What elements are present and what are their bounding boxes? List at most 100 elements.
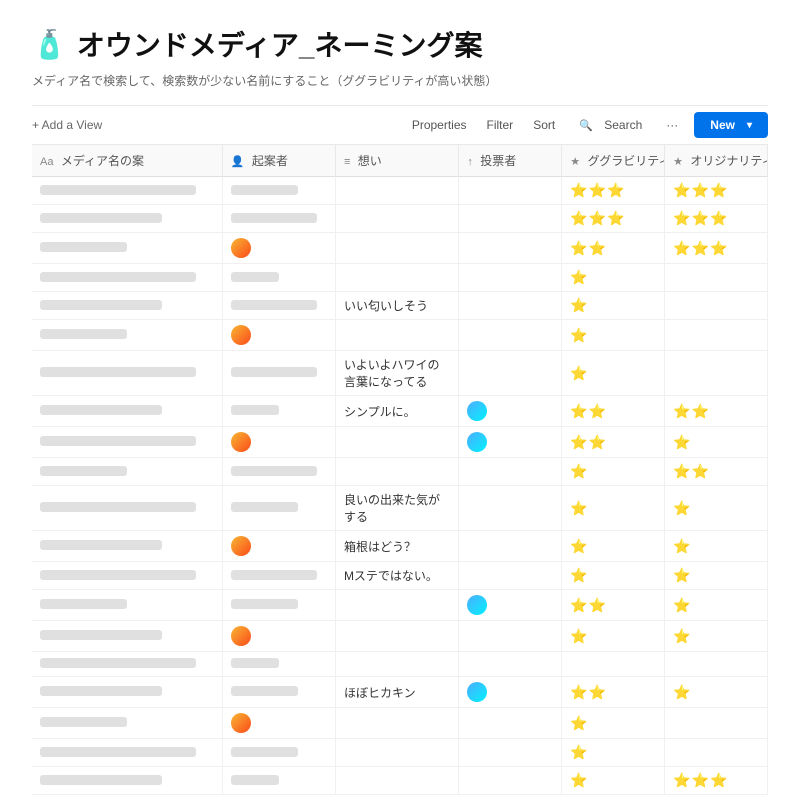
table-row[interactable]: ⭐⭐⭐⭐⭐⭐: [32, 177, 768, 205]
cell-orig: [665, 739, 768, 767]
cell-name: [32, 396, 222, 427]
cell-voter: [459, 205, 562, 233]
table-row[interactable]: 箱根はどう？⭐⭐: [32, 531, 768, 562]
page-container: 🧴 オウンドメディア_ネーミング案 メディア名で検索して、検索数が少ない名前にす…: [0, 0, 800, 811]
cell-orig: ⭐: [665, 562, 768, 590]
cell-gg: ⭐: [562, 621, 665, 652]
up-icon: ↑: [467, 156, 473, 168]
table-row[interactable]: [32, 652, 768, 677]
toolbar: + Add a View Properties Filter Sort 🔍 Se…: [32, 105, 768, 145]
cell-starter: [222, 264, 335, 292]
table-row[interactable]: ⭐: [32, 320, 768, 351]
cell-thought: [335, 590, 458, 621]
cell-starter: [222, 233, 335, 264]
cell-orig: [665, 292, 768, 320]
col-header-starter: 👤 起案者: [222, 145, 335, 177]
cell-starter: [222, 708, 335, 739]
cell-gg: ⭐⭐: [562, 233, 665, 264]
cell-orig: ⭐⭐⭐: [665, 767, 768, 795]
cell-thought: ほぼヒカキン: [335, 677, 458, 708]
cell-orig: ⭐: [665, 531, 768, 562]
avatar: [231, 713, 251, 733]
cell-voter: [459, 177, 562, 205]
table-row[interactable]: ⭐⭐⭐⭐⭐: [32, 233, 768, 264]
cell-orig: ⭐: [665, 590, 768, 621]
cell-gg: ⭐: [562, 320, 665, 351]
cell-orig: ⭐: [665, 427, 768, 458]
table-row[interactable]: ⭐⭐: [32, 621, 768, 652]
cell-gg: ⭐⭐⭐: [562, 177, 665, 205]
page-title: オウンドメディア_ネーミング案: [77, 24, 483, 64]
cell-voter: [459, 396, 562, 427]
table-row[interactable]: ⭐⭐⭐⭐⭐⭐: [32, 205, 768, 233]
cell-thought: いい匂いしそう: [335, 292, 458, 320]
cell-gg: ⭐: [562, 531, 665, 562]
voter-avatar: [467, 401, 487, 421]
cell-name: [32, 177, 222, 205]
cell-name: [32, 205, 222, 233]
add-view-button[interactable]: + Add a View: [32, 118, 102, 132]
cell-starter: [222, 351, 335, 396]
cell-thought: Mステではない。: [335, 562, 458, 590]
page-subtitle: メディア名で検索して、検索数が少ない名前にすること（ググラビリティが高い状態）: [32, 72, 768, 89]
table-row[interactable]: ⭐⭐⭐: [32, 427, 768, 458]
table-row[interactable]: いい匂いしそう⭐: [32, 292, 768, 320]
table-row[interactable]: ⭐: [32, 708, 768, 739]
table-header-row: Aa メディア名の案 👤 起案者 ≡ 想い ↑ 投票者: [32, 145, 768, 177]
table-row[interactable]: ⭐⭐⭐: [32, 590, 768, 621]
cell-voter: [459, 264, 562, 292]
col-header-voter: ↑ 投票者: [459, 145, 562, 177]
table-row[interactable]: ⭐⭐⭐⭐: [32, 767, 768, 795]
table-row[interactable]: Mステではない。⭐⭐: [32, 562, 768, 590]
cell-starter: [222, 531, 335, 562]
cell-name: [32, 767, 222, 795]
voter-avatar: [467, 682, 487, 702]
cell-thought: いよいよハワイの言葉になってる: [335, 351, 458, 396]
cell-starter: [222, 562, 335, 590]
cell-starter: [222, 486, 335, 531]
text-icon: Aa: [40, 156, 53, 168]
col-header-orig: ★ オリジナリティ: [665, 145, 768, 177]
cell-voter: [459, 562, 562, 590]
table-row[interactable]: ⭐⭐⭐: [32, 458, 768, 486]
cell-gg: ⭐: [562, 767, 665, 795]
cell-orig: ⭐⭐: [665, 458, 768, 486]
filter-button[interactable]: Filter: [483, 116, 518, 134]
cell-name: [32, 427, 222, 458]
search-button[interactable]: 🔍 Search: [571, 116, 650, 134]
col-header-thought: ≡ 想い: [335, 145, 458, 177]
cell-thought: [335, 264, 458, 292]
cell-gg: ⭐: [562, 739, 665, 767]
new-button[interactable]: New ▾: [694, 112, 768, 138]
cell-name: [32, 652, 222, 677]
cell-starter: [222, 292, 335, 320]
table-row[interactable]: いよいよハワイの言葉になってる⭐: [32, 351, 768, 396]
table-row[interactable]: 良いの出来た気がする⭐⭐: [32, 486, 768, 531]
cell-starter: [222, 767, 335, 795]
star-icon-gg: ★: [570, 156, 580, 168]
cell-starter: [222, 205, 335, 233]
cell-thought: [335, 233, 458, 264]
cell-orig: [665, 708, 768, 739]
more-button[interactable]: ···: [662, 116, 682, 134]
table-row[interactable]: ほぼヒカキン ⭐⭐⭐: [32, 677, 768, 708]
cell-orig: ⭐⭐: [665, 396, 768, 427]
table-row[interactable]: ⭐: [32, 739, 768, 767]
col-header-name: Aa メディア名の案: [32, 145, 222, 177]
cell-thought: 良いの出来た気がする: [335, 486, 458, 531]
add-view-label: + Add a View: [32, 118, 102, 132]
table-body: ⭐⭐⭐⭐⭐⭐⭐⭐⭐⭐⭐⭐⭐⭐⭐⭐⭐⭐いい匂いしそう⭐⭐いよいよハワイの言葉になっ…: [32, 177, 768, 795]
table-container: Aa メディア名の案 👤 起案者 ≡ 想い ↑ 投票者: [32, 145, 768, 795]
properties-button[interactable]: Properties: [408, 116, 471, 134]
cell-voter: [459, 531, 562, 562]
table-row[interactable]: ⭐: [32, 264, 768, 292]
cell-orig: ⭐: [665, 677, 768, 708]
cell-voter: [459, 652, 562, 677]
table-row[interactable]: シンプルに。⭐⭐⭐⭐: [32, 396, 768, 427]
cell-voter: [459, 233, 562, 264]
cell-starter: [222, 621, 335, 652]
sort-button[interactable]: Sort: [529, 116, 559, 134]
cell-starter: [222, 458, 335, 486]
cell-gg: ⭐⭐: [562, 677, 665, 708]
cell-orig: ⭐⭐⭐: [665, 205, 768, 233]
